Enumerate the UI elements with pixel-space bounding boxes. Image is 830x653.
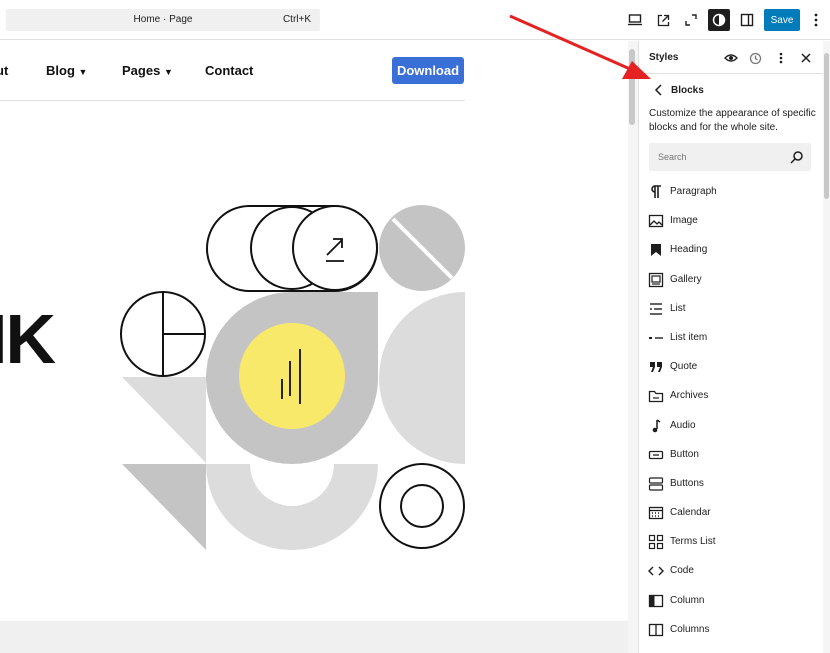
block-item-label: Buttons [670,477,704,489]
column-icon [648,594,664,607]
archives-icon [648,391,664,403]
scrollbar-thumb[interactable] [824,53,829,199]
audio-icon [652,418,661,432]
options-menu-icon[interactable] [805,9,827,31]
scrollbar-thumb[interactable] [629,49,635,125]
block-item-button[interactable]: Button [639,443,819,472]
quote-icon [650,362,662,373]
revisions-history-icon[interactable] [747,50,763,66]
block-item-audio[interactable]: Audio [639,414,819,443]
block-item-label: Quote [670,361,698,373]
search-icon [790,151,803,164]
heading-icon [651,244,661,257]
calendar-icon [648,506,664,520]
block-item-label: Gallery [670,273,702,285]
section-title: Blocks [671,85,704,96]
editor-top-toolbar: Home · Page Ctrl+K Save [0,0,830,40]
block-item-label: Paragraph [670,186,717,197]
hero-geometric-illustration [120,205,465,550]
block-item-quote[interactable]: Quote [639,355,819,384]
close-icon[interactable] [798,50,814,66]
block-item-heading[interactable]: Heading [639,238,819,267]
panel-scrollbar[interactable] [823,41,830,653]
command-palette-bar[interactable]: Home · Page Ctrl+K [6,9,320,31]
block-item-label: Audio [670,419,696,431]
canvas-footer-area [0,621,628,653]
desktop-view-icon[interactable] [624,9,646,31]
block-item-gallery[interactable]: Gallery [639,268,819,297]
block-item-code[interactable]: Code [639,559,819,588]
block-item-list[interactable]: List [639,297,819,326]
canvas-scrollbar[interactable] [628,41,638,653]
section-description: Customize the appearance of specific blo… [649,108,816,133]
button-icon [648,450,664,459]
block-item-archives[interactable]: Archives [639,384,819,413]
block-item-label: Archives [670,390,709,402]
block-item-label: Column [670,594,705,606]
block-item-label: Columns [670,623,710,635]
list-item-icon [649,336,663,339]
block-item-paragraph[interactable]: Paragraph [639,180,819,209]
styles-toggle-icon[interactable] [708,9,730,31]
columns-icon [648,623,664,636]
block-item-label: Terms List [670,536,716,548]
block-item-label: Heading [670,244,708,256]
chevron-left-icon[interactable] [651,82,667,98]
search-placeholder: Search [658,152,687,162]
block-types-list: Paragraph Image Heading Gallery List List ite… [639,180,819,647]
panel-title: Styles [649,52,679,63]
save-button[interactable]: Save [764,9,800,31]
block-item-label: List [670,302,686,314]
eye-icon[interactable] [723,50,739,66]
more-options-icon[interactable] [773,50,789,66]
styles-panel: Styles Blocks Customize the appearance o… [638,41,830,653]
block-item-calendar[interactable]: Calendar [639,501,819,530]
styles-panel-header: Styles [639,41,830,74]
search-input[interactable]: Search [649,143,811,171]
view-site-icon[interactable] [652,9,674,31]
block-item-buttons[interactable]: Buttons [639,472,819,501]
block-item-column[interactable]: Column [639,589,819,618]
list-icon [650,303,662,315]
editor-canvas[interactable]: ut Blog ▼ Pages ▼ Contact Download IK [0,41,628,653]
block-item-label: List item [670,331,708,343]
terms-list-icon [648,535,664,550]
block-item-columns[interactable]: Columns [639,618,819,647]
code-icon [648,566,664,576]
block-item-label: Code [670,565,694,577]
settings-sidebar-icon[interactable] [736,9,758,31]
block-item-label: Calendar [670,507,711,519]
block-item-label: Image [670,215,698,227]
block-item-list-item[interactable]: List item [639,326,819,355]
gallery-icon [648,272,664,287]
image-icon [648,215,664,228]
block-item-image[interactable]: Image [639,209,819,238]
fullscreen-icon[interactable] [680,9,702,31]
block-item-terms-list[interactable]: Terms List [639,530,819,559]
block-item-label: Button [670,448,699,460]
buttons-icon [648,477,664,491]
document-title: Home · Page [133,14,193,25]
paragraph-icon [651,185,661,198]
shortcut-hint: Ctrl+K [282,14,311,25]
